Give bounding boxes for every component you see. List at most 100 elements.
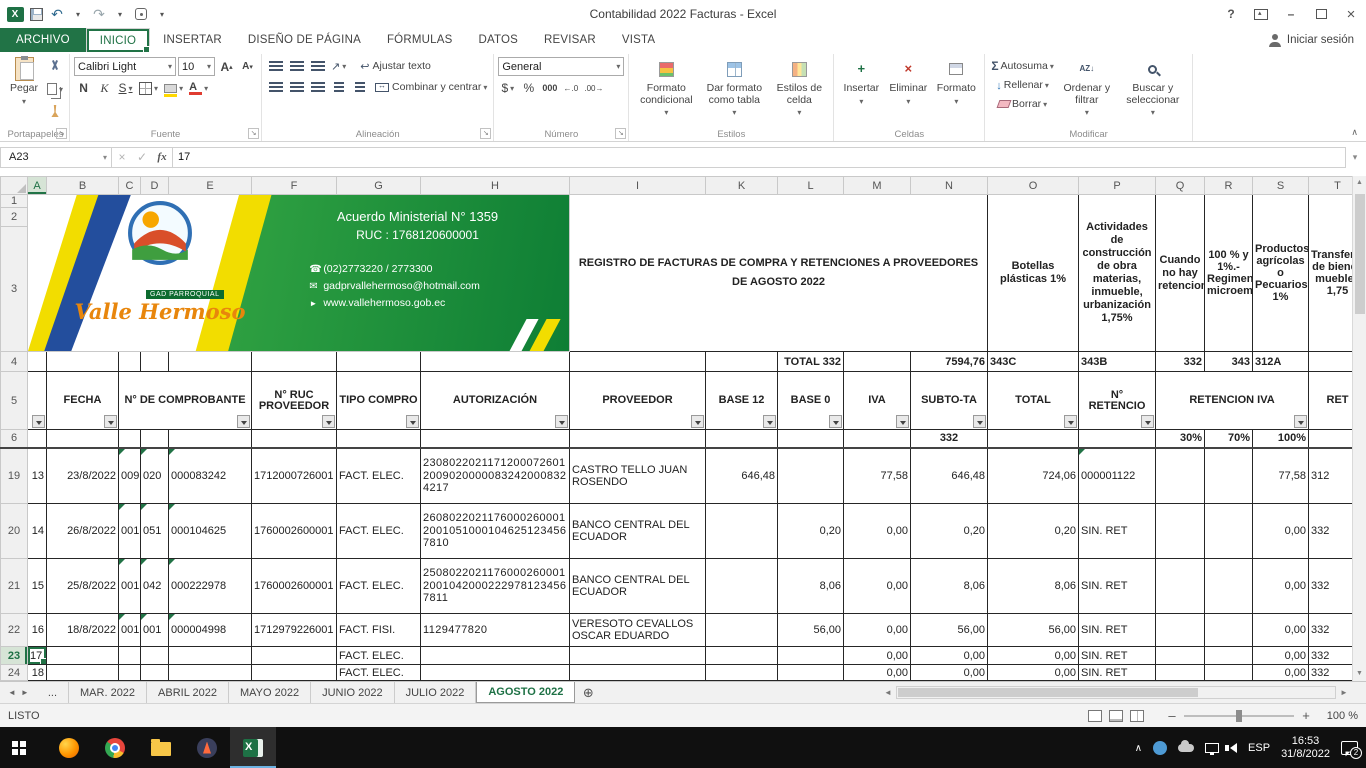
sheet-tab-overflow[interactable]: ...: [37, 682, 69, 703]
cell[interactable]: [1205, 559, 1253, 614]
filter-icon[interactable]: [896, 415, 909, 428]
total-label-cell[interactable]: TOTAL 332: [778, 352, 844, 372]
cell[interactable]: 042: [141, 559, 169, 614]
row-header[interactable]: 2: [1, 208, 28, 227]
cell[interactable]: [252, 430, 337, 448]
cell[interactable]: CASTRO TELLO JUAN ROSENDO: [570, 448, 706, 504]
cell[interactable]: SIN. RET: [1079, 647, 1156, 665]
subheader-cell[interactable]: 332: [911, 430, 988, 448]
category-header-s[interactable]: Productos agrícolas o Pecuarios 1%: [1253, 195, 1309, 352]
row-header[interactable]: 4: [1, 352, 28, 372]
ribbon-display-options-button[interactable]: [1246, 1, 1276, 28]
scroll-right-icon[interactable]: ►: [1336, 688, 1352, 697]
filter-icon[interactable]: [32, 415, 45, 428]
cell[interactable]: [141, 665, 169, 681]
header-total[interactable]: TOTAL: [988, 372, 1079, 430]
expand-formula-bar-icon[interactable]: [1346, 152, 1364, 163]
cell[interactable]: [570, 647, 706, 665]
cell[interactable]: [778, 430, 844, 448]
merge-center-button[interactable]: Combinar y centrar: [373, 78, 489, 96]
cell[interactable]: 0,00: [844, 614, 911, 647]
vertical-scrollbar[interactable]: ▲ ▼: [1352, 176, 1366, 681]
cell[interactable]: 051: [141, 504, 169, 559]
cell[interactable]: 0,00: [1253, 504, 1309, 559]
subheader-cell[interactable]: 30%: [1156, 430, 1205, 448]
row-header[interactable]: 21: [1, 559, 28, 614]
redo-button[interactable]: [90, 3, 108, 25]
sheet-tab-active[interactable]: AGOSTO 2022: [476, 682, 575, 703]
cell[interactable]: 14: [28, 504, 47, 559]
cell[interactable]: 0,00: [844, 647, 911, 665]
cell[interactable]: 1712000726001: [252, 448, 337, 504]
page-layout-view-icon[interactable]: [1109, 710, 1123, 722]
cell[interactable]: [1205, 448, 1253, 504]
cell[interactable]: [1205, 504, 1253, 559]
network-icon[interactable]: [1205, 743, 1219, 753]
align-top-button[interactable]: [266, 57, 285, 75]
header-autorizacion[interactable]: AUTORIZACIÓN: [421, 372, 570, 430]
conditional-formatting-button[interactable]: Formato condicional: [633, 55, 699, 121]
start-button[interactable]: [0, 727, 46, 768]
row-header[interactable]: 1: [1, 195, 28, 208]
cell[interactable]: [1156, 559, 1205, 614]
autosum-button[interactable]: Autosuma: [989, 57, 1056, 75]
formula-input[interactable]: 17: [173, 147, 1346, 168]
cell[interactable]: [706, 559, 778, 614]
sheet-tab[interactable]: MAR. 2022: [69, 682, 147, 703]
tab-insertar[interactable]: INSERTAR: [150, 28, 235, 52]
tab-inicio[interactable]: INICIO: [86, 28, 150, 52]
align-left-button[interactable]: [266, 78, 285, 96]
cell[interactable]: FACT. FISI.: [337, 614, 421, 647]
cell[interactable]: 2308022021171200072601200902000008324200…: [421, 448, 570, 504]
page-break-view-icon[interactable]: [1130, 710, 1144, 722]
cell[interactable]: 18/8/2022: [47, 614, 119, 647]
cell[interactable]: 724,06: [988, 448, 1079, 504]
cell[interactable]: [28, 352, 47, 372]
cell[interactable]: 2508022021176000260001200104200022297812…: [421, 559, 570, 614]
help-button[interactable]: [1216, 1, 1246, 28]
new-sheet-icon[interactable]: [575, 682, 601, 703]
orientation-button[interactable]: [329, 57, 348, 75]
filter-icon[interactable]: [406, 415, 419, 428]
align-middle-button[interactable]: [287, 57, 306, 75]
cell[interactable]: [1156, 665, 1205, 681]
cell[interactable]: [778, 665, 844, 681]
cell[interactable]: [421, 647, 570, 665]
header-ruc[interactable]: N° RUC PROVEEDOR: [252, 372, 337, 430]
cell[interactable]: [337, 352, 421, 372]
delete-cells-button[interactable]: Eliminar: [884, 55, 932, 109]
cell[interactable]: 77,58: [1253, 448, 1309, 504]
file-explorer-taskbar-button[interactable]: [138, 727, 184, 768]
cell[interactable]: [1156, 647, 1205, 665]
total-subtotal-cell[interactable]: 7594,76: [911, 352, 988, 372]
scroll-down-icon[interactable]: ▼: [1356, 667, 1363, 681]
cell[interactable]: [47, 430, 119, 448]
column-header[interactable]: P: [1079, 177, 1156, 195]
scrollbar-thumb[interactable]: [898, 688, 1198, 697]
subheader-cell[interactable]: 100%: [1253, 430, 1309, 448]
header-cell[interactable]: [28, 372, 47, 430]
cell[interactable]: 646,48: [911, 448, 988, 504]
cell[interactable]: SIN. RET: [1079, 665, 1156, 681]
cell[interactable]: [570, 430, 706, 448]
sheet-tab[interactable]: JULIO 2022: [395, 682, 477, 703]
insert-function-icon[interactable]: fx: [152, 151, 172, 163]
cell[interactable]: 77,58: [844, 448, 911, 504]
zoom-level[interactable]: 100 %: [1318, 710, 1358, 722]
sign-in-button[interactable]: Iniciar sesión: [1268, 28, 1366, 52]
sheet-tab[interactable]: MAYO 2022: [229, 682, 311, 703]
cell[interactable]: [1205, 614, 1253, 647]
row-header[interactable]: 19: [1, 448, 28, 504]
cell[interactable]: 000001122: [1079, 448, 1156, 504]
increase-decimal-button[interactable]: [561, 79, 580, 97]
cell[interactable]: 15: [28, 559, 47, 614]
normal-view-icon[interactable]: [1088, 710, 1102, 722]
cell[interactable]: [141, 430, 169, 448]
fill-button[interactable]: Rellenar: [989, 76, 1056, 94]
cell[interactable]: 2608022021176000260001200105100010462512…: [421, 504, 570, 559]
filter-icon[interactable]: [1141, 415, 1154, 428]
column-header[interactable]: C: [119, 177, 141, 195]
header-iva[interactable]: IVA: [844, 372, 911, 430]
cell[interactable]: 009: [119, 448, 141, 504]
cell[interactable]: [1156, 448, 1205, 504]
